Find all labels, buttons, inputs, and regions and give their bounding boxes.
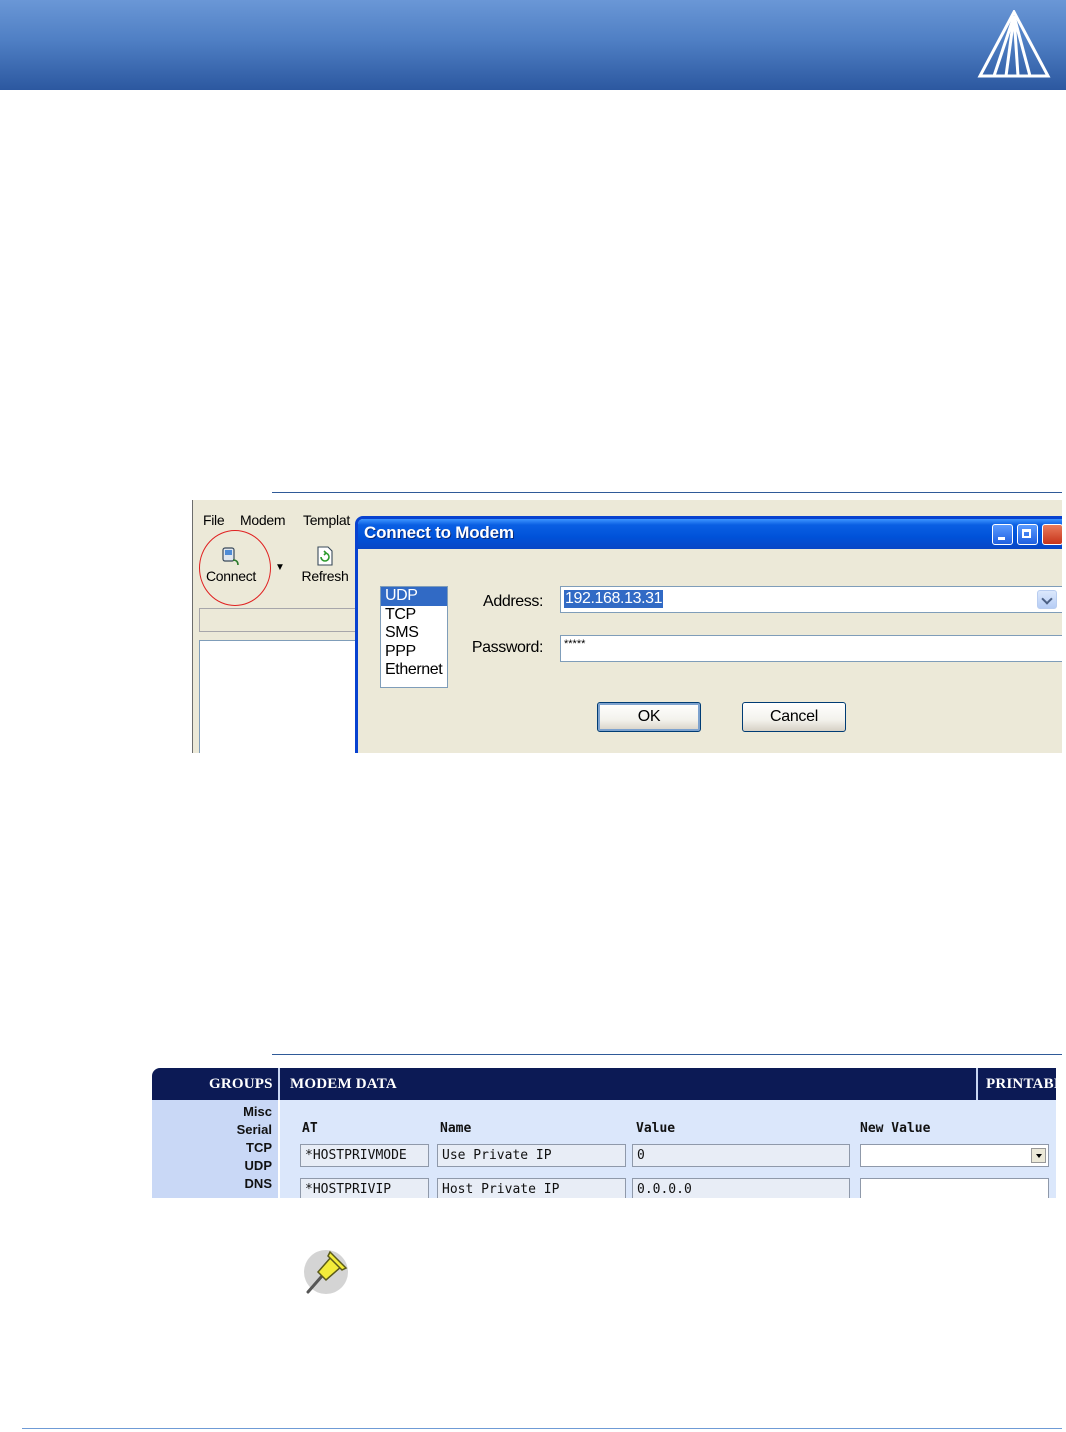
name-cell: Host Private IP	[437, 1178, 626, 1198]
groups-sidebar: Misc Serial TCP UDP DNS	[152, 1100, 278, 1198]
column-header-name: Name	[440, 1121, 472, 1136]
refresh-label: Refresh	[301, 568, 349, 584]
dialog-title: Connect to Modem	[364, 523, 514, 542]
protocol-item[interactable]: Ethernet	[381, 661, 447, 680]
chevron-down-icon[interactable]	[1031, 1148, 1046, 1163]
highlight-circle	[199, 530, 271, 606]
column-header-at: AT	[302, 1121, 318, 1136]
app-tree-panel	[199, 640, 366, 753]
menu-modem[interactable]: Modem	[240, 512, 285, 528]
new-value-input[interactable]	[860, 1178, 1049, 1198]
refresh-icon	[317, 546, 333, 566]
close-button[interactable]	[1042, 524, 1062, 545]
connect-dialog: Connect to Modem UDP TCP SMS PPP Etherne…	[355, 516, 1062, 753]
address-value: 192.168.13.31	[564, 590, 664, 608]
ok-button[interactable]: OK	[597, 702, 701, 732]
web-config-screenshot: GROUPS MODEM DATA PRINTABI Misc Serial T…	[152, 1068, 1056, 1198]
at-cell: *HOSTPRIVMODE	[300, 1144, 429, 1167]
modem-data-panel: AT Name Value New Value *HOSTPRIVMODE Us…	[280, 1100, 1056, 1198]
group-link-dns[interactable]: DNS	[245, 1176, 272, 1191]
protocol-item[interactable]: PPP	[381, 643, 447, 662]
refresh-button[interactable]: Refresh	[295, 542, 355, 592]
protocol-item[interactable]: UDP	[381, 587, 447, 606]
connect-dropdown-arrow-icon[interactable]: ▼	[275, 562, 285, 573]
address-label: Address:	[483, 593, 543, 610]
cancel-button[interactable]: Cancel	[742, 702, 846, 732]
dialog-title-bar[interactable]: Connect to Modem	[358, 519, 1062, 549]
figure-rule-top	[272, 492, 1062, 493]
header-divider	[278, 1068, 280, 1100]
group-link-serial[interactable]: Serial	[237, 1122, 272, 1137]
minimize-button[interactable]	[992, 524, 1013, 545]
group-link-misc[interactable]: Misc	[243, 1104, 272, 1119]
column-header-new-value: New Value	[860, 1121, 931, 1136]
protocol-item[interactable]: TCP	[381, 606, 447, 625]
address-field[interactable]: 192.168.13.31	[560, 586, 1062, 613]
chevron-down-icon[interactable]	[1037, 590, 1057, 609]
name-cell: Use Private IP	[437, 1144, 626, 1167]
app-window: File Modem Templat Connect ▼ Refresh	[192, 500, 366, 753]
password-field[interactable]: *****	[560, 635, 1062, 662]
group-link-tcp[interactable]: TCP	[246, 1140, 272, 1155]
web-header-bar: GROUPS MODEM DATA PRINTABI	[152, 1068, 1056, 1100]
company-logo-icon	[977, 10, 1051, 78]
connect-screenshot: File Modem Templat Connect ▼ Refresh Con…	[192, 500, 1062, 753]
protocol-list[interactable]: UDP TCP SMS PPP Ethernet	[380, 586, 448, 688]
app-address-bar	[199, 608, 366, 632]
modem-data-header: MODEM DATA	[290, 1076, 397, 1092]
groups-header: GROUPS	[209, 1076, 273, 1092]
new-value-select[interactable]	[860, 1144, 1049, 1167]
column-header-value: Value	[636, 1121, 676, 1136]
maximize-button[interactable]	[1017, 524, 1038, 545]
header-banner	[0, 0, 1066, 90]
footer-rule	[22, 1428, 1062, 1429]
figure-rule-bottom	[272, 1054, 1062, 1055]
value-cell: 0	[632, 1144, 850, 1167]
password-label: Password:	[471, 639, 544, 656]
menu-template[interactable]: Templat	[303, 512, 350, 528]
menu-file[interactable]: File	[203, 512, 225, 528]
at-cell: *HOSTPRIVIP	[300, 1178, 429, 1198]
group-link-udp[interactable]: UDP	[245, 1158, 272, 1173]
value-cell: 0.0.0.0	[632, 1178, 850, 1198]
protocol-item[interactable]: SMS	[381, 624, 447, 643]
printable-header[interactable]: PRINTABI	[986, 1076, 1056, 1093]
header-divider	[976, 1068, 978, 1100]
pushpin-note-icon	[304, 1250, 348, 1294]
